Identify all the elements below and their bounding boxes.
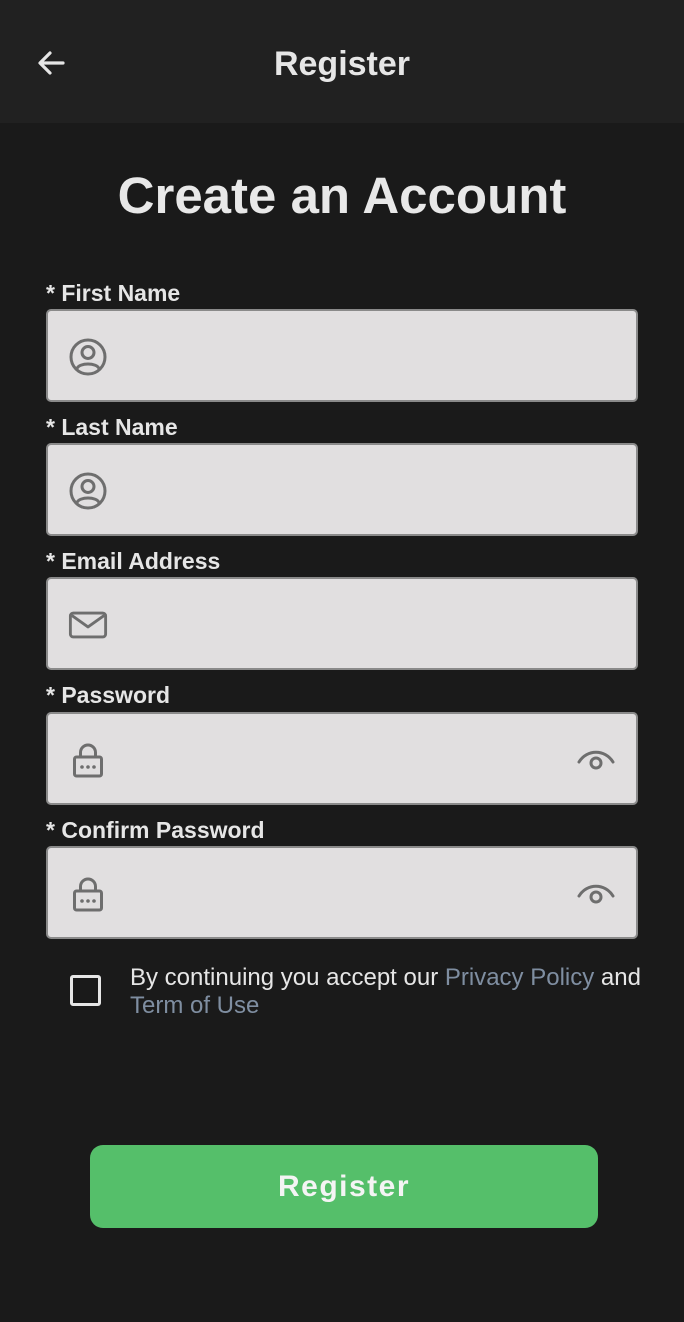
eye-icon[interactable] (574, 874, 618, 914)
consent-prefix: By continuing you accept our (130, 964, 445, 991)
page-title: Create an Account (117, 167, 567, 224)
password-label: * Password (46, 682, 170, 708)
consent-checkbox[interactable] (70, 975, 101, 1006)
email-field[interactable] (46, 577, 638, 670)
email-input[interactable] (126, 579, 546, 668)
first-name-input[interactable] (126, 311, 546, 400)
envelope-icon (68, 605, 108, 645)
confirm-password-label: * Confirm Password (46, 817, 265, 843)
consent-connector: and (594, 964, 641, 991)
last-name-field[interactable] (46, 443, 638, 536)
user-circle-icon (68, 337, 108, 377)
last-name-input[interactable] (126, 445, 546, 534)
confirm-password-field[interactable] (46, 846, 638, 939)
confirm-password-input[interactable] (126, 848, 546, 937)
lock-icon (68, 874, 108, 914)
password-input[interactable] (126, 714, 546, 803)
password-field[interactable] (46, 712, 638, 805)
eye-icon[interactable] (574, 740, 618, 780)
privacy-policy-link[interactable]: Privacy Policy (445, 964, 594, 991)
terms-of-use-link[interactable]: Term of Use (130, 992, 259, 1019)
first-name-field[interactable] (46, 309, 638, 402)
register-button[interactable]: Register (90, 1145, 598, 1228)
consent-text: By continuing you accept our Privacy Pol… (130, 964, 650, 1020)
app-bar: Register (0, 0, 684, 123)
email-label: * Email Address (46, 548, 221, 574)
last-name-label: * Last Name (46, 414, 178, 440)
user-circle-icon (68, 471, 108, 511)
lock-icon (68, 740, 108, 780)
first-name-label: * First Name (46, 280, 181, 306)
app-bar-title: Register (273, 45, 411, 83)
